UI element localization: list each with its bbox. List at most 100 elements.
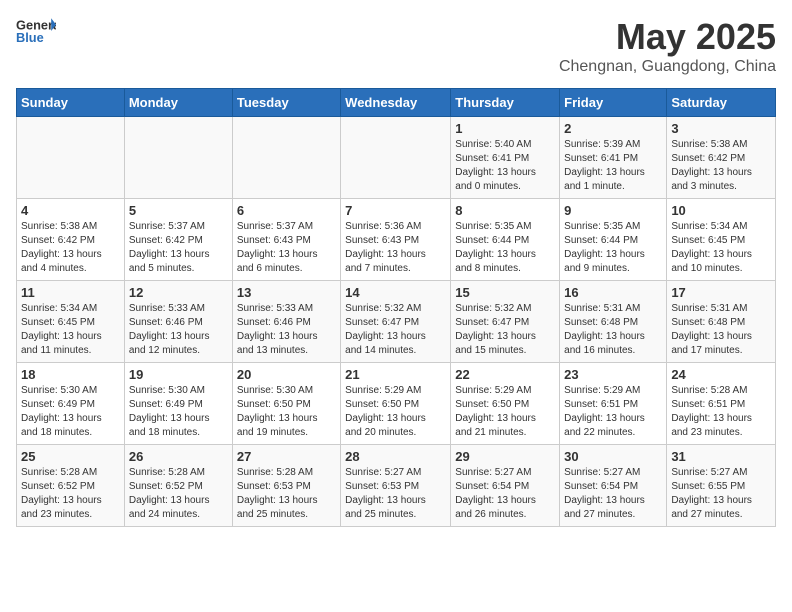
- day-cell-5: 5Sunrise: 5:37 AM Sunset: 6:42 PM Daylig…: [124, 199, 232, 281]
- day-number: 21: [345, 367, 446, 382]
- day-info: Sunrise: 5:27 AM Sunset: 6:54 PM Dayligh…: [455, 466, 555, 522]
- day-cell-16: 16 Sunrise: 5:31 AM Sunset: 6:48 PM Dayli…: [560, 281, 667, 363]
- day-number: 1: [455, 121, 555, 136]
- day-info: Sunrise: 5:39 AM Sunset: 6:41 PM Dayligh…: [564, 138, 662, 194]
- day-cell-20: 20 Sunrise: 5:30 AM Sunset: 6:50 PM Dayli…: [232, 363, 340, 445]
- day-number: 18: [21, 367, 120, 382]
- day-cell-21: 21Sunrise: 5:29 AM Sunset: 6:50 PM Dayli…: [341, 363, 451, 445]
- empty-cell: [341, 117, 451, 199]
- weekday-header-wednesday: Wednesday: [341, 89, 451, 117]
- day-info: Sunrise: 5:37 AM Sunset: 6:42 PM Dayligh…: [129, 220, 228, 276]
- day-info: Sunrise: 5:38 AM Sunset: 6:42 PM Dayligh…: [21, 220, 120, 276]
- day-info: Sunrise: 5:33 AM Sunset: 6:46 PM Dayligh…: [237, 302, 336, 358]
- day-cell-11: 11 Sunrise: 5:34 AM Sunset: 6:45 PM Dayli…: [17, 281, 125, 363]
- day-number: 14: [345, 285, 446, 300]
- weekday-header-monday: Monday: [124, 89, 232, 117]
- week-row-3: 11 Sunrise: 5:34 AM Sunset: 6:45 PM Dayli…: [17, 281, 776, 363]
- day-number: 6: [237, 203, 336, 218]
- day-info: Sunrise: 5:34 AM Sunset: 6:45 PM Dayligh…: [21, 302, 120, 358]
- day-number: 12: [129, 285, 228, 300]
- day-number: 27: [237, 449, 336, 464]
- day-info: Sunrise: 5:28 AM Sunset: 6:53 PM Dayligh…: [237, 466, 336, 522]
- day-info: Sunrise: 5:35 AM Sunset: 6:44 PM Dayligh…: [564, 220, 662, 276]
- day-info: Sunrise: 5:40 AM Sunset: 6:41 PM Dayligh…: [455, 138, 555, 194]
- logo: General Blue: [16, 16, 56, 46]
- day-info: Sunrise: 5:28 AM Sunset: 6:52 PM Dayligh…: [129, 466, 228, 522]
- day-cell-9: 9 Sunrise: 5:35 AM Sunset: 6:44 PM Daylig…: [560, 199, 667, 281]
- day-number: 4: [21, 203, 120, 218]
- empty-cell: [17, 117, 125, 199]
- empty-cell: [124, 117, 232, 199]
- day-info: Sunrise: 5:36 AM Sunset: 6:43 PM Dayligh…: [345, 220, 446, 276]
- day-info: Sunrise: 5:31 AM Sunset: 6:48 PM Dayligh…: [564, 302, 662, 358]
- day-number: 17: [671, 285, 771, 300]
- day-cell-30: 30 Sunrise: 5:27 AM Sunset: 6:54 PM Dayli…: [560, 445, 667, 527]
- day-info: Sunrise: 5:29 AM Sunset: 6:50 PM Dayligh…: [455, 384, 555, 440]
- day-number: 28: [345, 449, 446, 464]
- location-title: Chengnan, Guangdong, China: [559, 58, 776, 76]
- day-cell-4: 4 Sunrise: 5:38 AM Sunset: 6:42 PM Daylig…: [17, 199, 125, 281]
- calendar-table: SundayMondayTuesdayWednesdayThursdayFrid…: [16, 88, 776, 527]
- day-cell-31: 31 Sunrise: 5:27 AM Sunset: 6:55 PM Dayli…: [667, 445, 776, 527]
- day-number: 26: [129, 449, 228, 464]
- day-cell-10: 10 Sunrise: 5:34 AM Sunset: 6:45 PM Dayli…: [667, 199, 776, 281]
- day-number: 23: [564, 367, 662, 382]
- day-info: Sunrise: 5:27 AM Sunset: 6:55 PM Dayligh…: [671, 466, 771, 522]
- day-number: 2: [564, 121, 662, 136]
- day-info: Sunrise: 5:32 AM Sunset: 6:47 PM Dayligh…: [455, 302, 555, 358]
- day-number: 15: [455, 285, 555, 300]
- day-info: Sunrise: 5:29 AM Sunset: 6:51 PM Dayligh…: [564, 384, 662, 440]
- day-info: Sunrise: 5:32 AM Sunset: 6:47 PM Dayligh…: [345, 302, 446, 358]
- day-cell-7: 7Sunrise: 5:36 AM Sunset: 6:43 PM Daylig…: [341, 199, 451, 281]
- day-info: Sunrise: 5:30 AM Sunset: 6:49 PM Dayligh…: [129, 384, 228, 440]
- day-cell-29: 29Sunrise: 5:27 AM Sunset: 6:54 PM Dayli…: [451, 445, 560, 527]
- day-cell-25: 25Sunrise: 5:28 AM Sunset: 6:52 PM Dayli…: [17, 445, 125, 527]
- day-number: 20: [237, 367, 336, 382]
- week-row-5: 25 Sunrise: 5:28 AM Sunset: 6:52 PM Dayli…: [17, 445, 776, 527]
- day-cell-17: 17 Sunrise: 5:31 AM Sunset: 6:48 PM Dayli…: [667, 281, 776, 363]
- day-number: 25: [21, 449, 120, 464]
- day-number: 16: [564, 285, 662, 300]
- day-info: Sunrise: 5:30 AM Sunset: 6:50 PM Dayligh…: [237, 384, 336, 440]
- day-number: 3: [671, 121, 771, 136]
- day-info: Sunrise: 5:27 AM Sunset: 6:53 PM Dayligh…: [345, 466, 446, 522]
- day-number: 11: [21, 285, 120, 300]
- weekday-header-saturday: Saturday: [667, 89, 776, 117]
- day-cell-6: 6 Sunrise: 5:37 AM Sunset: 6:43 PM Daylig…: [232, 199, 340, 281]
- week-row-1: 1 Sunrise: 5:40 AM Sunset: 6:41 PM Daylig…: [17, 117, 776, 199]
- day-number: 10: [671, 203, 771, 218]
- day-number: 8: [455, 203, 555, 218]
- month-title: May 2025: [559, 16, 776, 58]
- day-number: 22: [455, 367, 555, 382]
- day-cell-28: 28 Sunrise: 5:27 AM Sunset: 6:53 PM Dayli…: [341, 445, 451, 527]
- day-number: 30: [564, 449, 662, 464]
- day-number: 31: [671, 449, 771, 464]
- day-info: Sunrise: 5:27 AM Sunset: 6:54 PM Dayligh…: [564, 466, 662, 522]
- day-info: Sunrise: 5:31 AM Sunset: 6:48 PM Dayligh…: [671, 302, 771, 358]
- day-number: 24: [671, 367, 771, 382]
- day-number: 9: [564, 203, 662, 218]
- day-cell-24: 24Sunrise: 5:28 AM Sunset: 6:51 PM Dayli…: [667, 363, 776, 445]
- day-cell-15: 15 Sunrise: 5:32 AM Sunset: 6:47 PM Dayli…: [451, 281, 560, 363]
- empty-cell: [232, 117, 340, 199]
- day-cell-23: 23 Sunrise: 5:29 AM Sunset: 6:51 PM Dayli…: [560, 363, 667, 445]
- day-info: Sunrise: 5:37 AM Sunset: 6:43 PM Dayligh…: [237, 220, 336, 276]
- weekday-header-thursday: Thursday: [451, 89, 560, 117]
- day-cell-8: 8 Sunrise: 5:35 AM Sunset: 6:44 PM Daylig…: [451, 199, 560, 281]
- day-cell-19: 19 Sunrise: 5:30 AM Sunset: 6:49 PM Dayli…: [124, 363, 232, 445]
- weekday-header-friday: Friday: [560, 89, 667, 117]
- day-cell-18: 18 Sunrise: 5:30 AM Sunset: 6:49 PM Dayli…: [17, 363, 125, 445]
- day-cell-12: 12 Sunrise: 5:33 AM Sunset: 6:46 PM Dayli…: [124, 281, 232, 363]
- title-block: May 2025 Chengnan, Guangdong, China: [559, 16, 776, 76]
- day-info: Sunrise: 5:35 AM Sunset: 6:44 PM Dayligh…: [455, 220, 555, 276]
- day-info: Sunrise: 5:30 AM Sunset: 6:49 PM Dayligh…: [21, 384, 120, 440]
- day-cell-2: 2 Sunrise: 5:39 AM Sunset: 6:41 PM Daylig…: [560, 117, 667, 199]
- day-info: Sunrise: 5:33 AM Sunset: 6:46 PM Dayligh…: [129, 302, 228, 358]
- day-info: Sunrise: 5:34 AM Sunset: 6:45 PM Dayligh…: [671, 220, 771, 276]
- day-number: 19: [129, 367, 228, 382]
- day-cell-13: 13Sunrise: 5:33 AM Sunset: 6:46 PM Dayli…: [232, 281, 340, 363]
- day-cell-14: 14 Sunrise: 5:32 AM Sunset: 6:47 PM Dayli…: [341, 281, 451, 363]
- day-info: Sunrise: 5:38 AM Sunset: 6:42 PM Dayligh…: [671, 138, 771, 194]
- weekday-header-row: SundayMondayTuesdayWednesdayThursdayFrid…: [17, 89, 776, 117]
- svg-text:Blue: Blue: [16, 30, 44, 45]
